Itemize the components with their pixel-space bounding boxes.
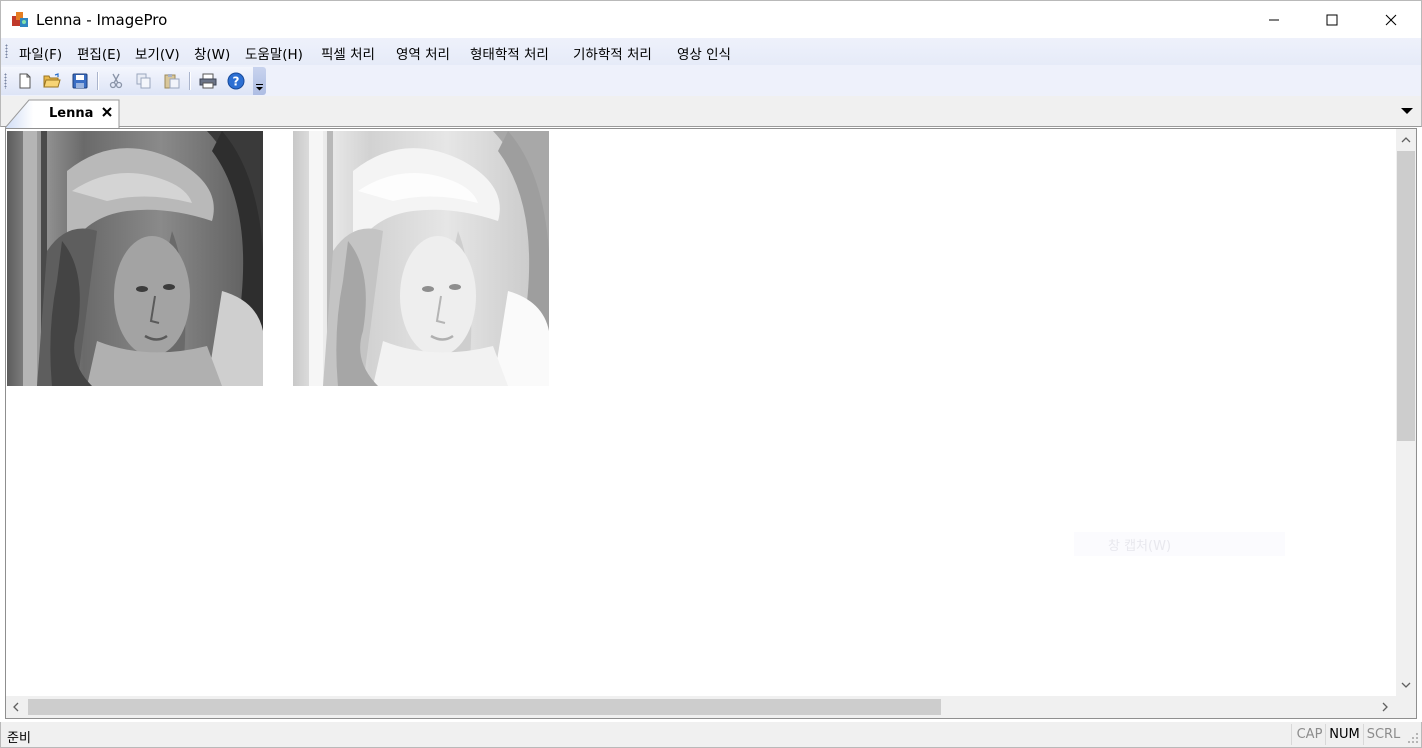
help-button[interactable]: ? — [224, 69, 248, 93]
help-icon: ? — [227, 72, 245, 90]
standard-toolbar: ? — [1, 67, 266, 95]
chevron-left-icon — [13, 702, 19, 712]
toolbar-grip[interactable] — [4, 73, 7, 89]
menu-help[interactable]: 도움말(H) — [245, 43, 303, 63]
menu-pixel-processing[interactable]: 픽셀 처리 — [321, 43, 375, 63]
scrollbar-corner — [1396, 696, 1416, 718]
status-message: 준비 — [7, 731, 31, 746]
cut-button[interactable] — [104, 69, 128, 93]
minimize-icon — [1269, 19, 1279, 20]
menu-edit[interactable]: 편집(E) — [77, 43, 121, 63]
menu-bar: 파일(F) 편집(E) 보기(V) 창(W) 도움말(H) 픽셀 처리 영역 처… — [0, 38, 1422, 65]
menu-grip[interactable] — [5, 44, 8, 58]
chevron-up-icon — [1401, 137, 1411, 143]
brightened-image — [293, 131, 549, 386]
maximize-button[interactable] — [1303, 1, 1361, 38]
menu-window[interactable]: 창(W) — [194, 43, 230, 63]
maximize-icon — [1326, 14, 1338, 25]
close-button[interactable] — [1362, 1, 1420, 38]
original-image — [7, 131, 263, 386]
save-button[interactable] — [68, 69, 92, 93]
status-bar: 준비 CAP NUM SCRL — [0, 722, 1422, 748]
scroll-right-button[interactable] — [1374, 696, 1396, 718]
new-icon — [19, 73, 31, 89]
app-icon — [12, 12, 28, 27]
menu-morphology-processing[interactable]: 형태학적 처리 — [470, 43, 549, 63]
menu-view[interactable]: 보기(V) — [135, 43, 180, 63]
ghost-menu-item: 창 캡처(W) — [1074, 532, 1285, 556]
menu-geometric-processing[interactable]: 기하학적 처리 — [573, 43, 652, 63]
document-tab-strip: Lenna — [0, 96, 1422, 128]
paste-icon — [164, 74, 180, 89]
paste-button[interactable] — [160, 69, 184, 93]
chevron-down-icon — [256, 84, 263, 91]
toolbar-separator — [189, 72, 190, 90]
chevron-right-icon — [1382, 702, 1388, 712]
chevron-down-icon[interactable] — [1399, 104, 1415, 118]
print-icon — [199, 73, 217, 89]
caps-lock-indicator: CAP — [1291, 724, 1327, 745]
toolbar-overflow-button[interactable] — [253, 67, 266, 95]
horizontal-scroll-thumb[interactable] — [28, 699, 941, 715]
minimize-button[interactable] — [1245, 1, 1303, 38]
svg-text:?: ? — [233, 75, 240, 89]
scroll-lock-indicator: SCRL — [1363, 724, 1403, 745]
title-bar: Lenna - ImagePro — [0, 0, 1422, 38]
cut-icon — [109, 73, 123, 89]
tab-label: Lenna — [49, 106, 94, 121]
scroll-up-button[interactable] — [1396, 129, 1416, 151]
open-button[interactable] — [40, 69, 64, 93]
window-title: Lenna - ImagePro — [36, 11, 168, 29]
document-view[interactable]: 창 캡처(W) — [5, 128, 1417, 719]
close-icon — [1385, 14, 1397, 25]
menu-area-processing[interactable]: 영역 처리 — [396, 43, 450, 63]
num-lock-indicator: NUM — [1325, 724, 1363, 745]
tab-lenna[interactable]: Lenna — [5, 98, 121, 128]
open-icon — [43, 73, 61, 88]
copy-button[interactable] — [132, 69, 156, 93]
vertical-scroll-thumb[interactable] — [1397, 151, 1415, 441]
copy-icon — [136, 73, 151, 89]
resize-grip-icon[interactable] — [1407, 732, 1419, 744]
horizontal-scrollbar[interactable] — [6, 696, 1396, 718]
chevron-down-icon — [1401, 682, 1411, 688]
print-button[interactable] — [196, 69, 220, 93]
vertical-scrollbar[interactable] — [1396, 129, 1416, 696]
scroll-left-button[interactable] — [6, 696, 26, 718]
save-icon — [72, 73, 88, 89]
close-icon[interactable] — [99, 104, 115, 120]
menu-image-recognition[interactable]: 영상 인식 — [677, 43, 731, 63]
scroll-down-button[interactable] — [1396, 674, 1416, 696]
menu-file[interactable]: 파일(F) — [19, 43, 62, 63]
new-button[interactable] — [13, 69, 37, 93]
toolbar-separator — [97, 72, 98, 90]
